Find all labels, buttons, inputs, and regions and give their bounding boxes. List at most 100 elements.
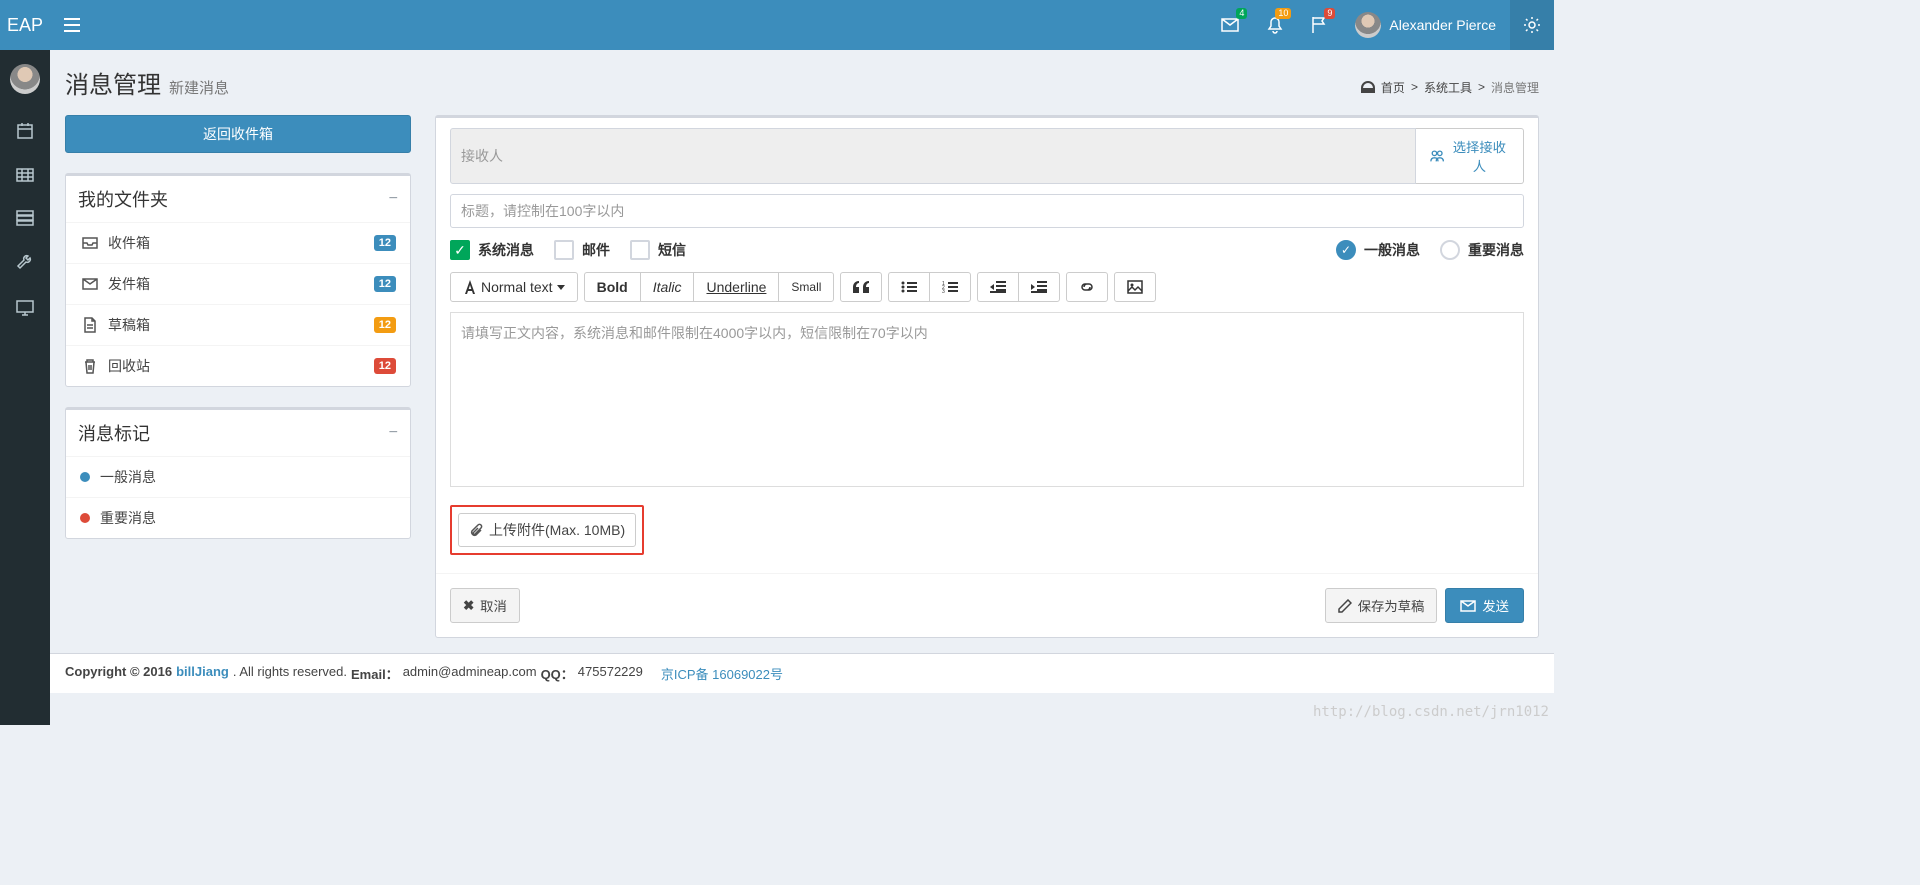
logo[interactable]: EAP bbox=[0, 0, 50, 50]
link-icon bbox=[1079, 280, 1095, 294]
tags-title: 消息标记 bbox=[78, 420, 150, 446]
envelope-icon bbox=[82, 278, 98, 290]
folder-trash[interactable]: 回收站 12 bbox=[66, 345, 410, 386]
type-system-checkbox[interactable]: ✓ 系统消息 bbox=[450, 240, 534, 260]
nav-mail[interactable]: 4 bbox=[1207, 0, 1253, 50]
users-icon bbox=[1430, 149, 1444, 163]
toolbar-indent[interactable] bbox=[1018, 272, 1060, 302]
list-ul-icon bbox=[901, 281, 917, 293]
sidebar-toggle[interactable] bbox=[50, 0, 94, 50]
indent-icon bbox=[1031, 281, 1047, 293]
breadcrumb-home[interactable]: 首页 bbox=[1381, 79, 1405, 96]
recipient-input[interactable] bbox=[450, 128, 1416, 184]
avatar bbox=[1355, 12, 1381, 38]
envelope-icon bbox=[1460, 600, 1476, 612]
toolbar-italic[interactable]: Italic bbox=[640, 272, 694, 302]
radio-icon bbox=[1440, 240, 1460, 260]
server-icon bbox=[16, 210, 34, 226]
folder-drafts[interactable]: 草稿箱 12 bbox=[66, 304, 410, 345]
folder-sent[interactable]: 发件箱 12 bbox=[66, 263, 410, 304]
nav-flags[interactable]: 9 bbox=[1297, 0, 1341, 50]
dot-red-icon bbox=[80, 513, 90, 523]
flag-badge: 9 bbox=[1324, 8, 1335, 19]
svg-text:3: 3 bbox=[942, 289, 945, 293]
radio-checked-icon bbox=[1336, 240, 1356, 260]
nav-wrench[interactable] bbox=[16, 240, 34, 286]
folder-inbox[interactable]: 收件箱 12 bbox=[66, 222, 410, 263]
dashboard-icon bbox=[1361, 81, 1375, 93]
monitor-icon bbox=[16, 300, 34, 316]
mail-badge: 4 bbox=[1236, 8, 1247, 19]
sidebar-avatar[interactable] bbox=[10, 64, 40, 94]
toolbar-ol[interactable]: 123 bbox=[929, 272, 971, 302]
dot-blue-icon bbox=[80, 472, 90, 482]
type-email-checkbox[interactable]: 邮件 bbox=[554, 240, 610, 260]
settings-gear[interactable] bbox=[1510, 0, 1554, 50]
gear-icon bbox=[1523, 16, 1541, 34]
username: Alexander Pierce bbox=[1389, 17, 1496, 33]
back-to-inbox-button[interactable]: 返回收件箱 bbox=[65, 115, 411, 153]
calendar-icon bbox=[16, 122, 34, 140]
toolbar-link[interactable] bbox=[1066, 272, 1108, 302]
folders-box: 我的文件夹 − 收件箱 12 发件箱 bbox=[65, 173, 411, 387]
outdent-icon bbox=[990, 281, 1006, 293]
upload-attachment-button[interactable]: 上传附件(Max. 10MB) bbox=[458, 513, 636, 547]
toolbar-underline[interactable]: Underline bbox=[693, 272, 778, 302]
caret-down-icon bbox=[557, 285, 565, 290]
toolbar-image[interactable] bbox=[1114, 272, 1156, 302]
user-menu[interactable]: Alexander Pierce bbox=[1341, 0, 1510, 50]
save-draft-button[interactable]: 保存为草稿 bbox=[1325, 588, 1438, 623]
attach-highlight: 上传附件(Max. 10MB) bbox=[450, 505, 644, 555]
page-footer: Copyright © 2016 billJiang . All rights … bbox=[50, 653, 1554, 693]
nav-monitor[interactable] bbox=[16, 286, 34, 330]
quote-icon bbox=[853, 281, 869, 293]
pencil-icon bbox=[1338, 599, 1352, 613]
send-button[interactable]: 发送 bbox=[1445, 588, 1524, 623]
bell-badge: 10 bbox=[1275, 8, 1291, 19]
nav-server[interactable] bbox=[16, 196, 34, 240]
page-title: 消息管理 bbox=[65, 65, 161, 100]
list-ol-icon: 123 bbox=[942, 281, 958, 293]
footer-icp-link[interactable]: 京ICP备 16069022号 bbox=[661, 664, 783, 683]
collapse-folders[interactable]: − bbox=[389, 190, 398, 208]
nav-table[interactable] bbox=[16, 154, 34, 196]
tag-normal[interactable]: 一般消息 bbox=[66, 456, 410, 497]
select-recipient-button[interactable]: 选择接收人 bbox=[1416, 128, 1525, 184]
folders-title: 我的文件夹 bbox=[78, 186, 168, 212]
toolbar-outdent[interactable] bbox=[977, 272, 1018, 302]
collapse-tags[interactable]: − bbox=[389, 424, 398, 442]
priority-important-radio[interactable]: 重要消息 bbox=[1440, 240, 1524, 260]
toolbar-ul[interactable] bbox=[888, 272, 929, 302]
type-sms-checkbox[interactable]: 短信 bbox=[630, 240, 686, 260]
cancel-button[interactable]: ✖ 取消 bbox=[450, 588, 520, 623]
bars-icon bbox=[64, 18, 80, 32]
toolbar-normal-text[interactable]: Normal text bbox=[450, 272, 578, 302]
breadcrumb-current: 消息管理 bbox=[1491, 79, 1539, 96]
editor-body[interactable]: 请填写正文内容，系统消息和邮件限制在4000字以内，短信限制在70字以内 bbox=[450, 312, 1524, 487]
watermark: http://blog.csdn.net/jrn1012 bbox=[1313, 704, 1549, 720]
mini-sidebar bbox=[0, 50, 50, 725]
toolbar-bold[interactable]: Bold bbox=[584, 272, 640, 302]
check-icon: ✓ bbox=[450, 240, 470, 260]
font-icon bbox=[463, 280, 477, 294]
editor-toolbar: Normal text Bold Italic Underline Small bbox=[436, 272, 1538, 302]
tags-box: 消息标记 − 一般消息 重要消息 bbox=[65, 407, 411, 539]
breadcrumb: 首页 > 系统工具 > 消息管理 bbox=[1361, 79, 1539, 96]
inbox-icon bbox=[82, 237, 98, 249]
top-header: EAP 4 10 9 Alexander Pierce bbox=[0, 0, 1554, 50]
nav-notifications[interactable]: 10 bbox=[1253, 0, 1297, 50]
footer-author-link[interactable]: billJiang bbox=[176, 664, 229, 683]
table-icon bbox=[16, 168, 34, 182]
trash-icon bbox=[83, 358, 97, 374]
title-input[interactable] bbox=[450, 194, 1524, 228]
toolbar-quote[interactable] bbox=[840, 272, 882, 302]
compose-box: 选择接收人 ✓ 系统消息 bbox=[435, 115, 1539, 638]
wrench-icon bbox=[16, 254, 34, 272]
image-icon bbox=[1127, 280, 1143, 294]
toolbar-small[interactable]: Small bbox=[778, 272, 834, 302]
file-icon bbox=[83, 317, 97, 333]
nav-calendar[interactable] bbox=[16, 108, 34, 154]
breadcrumb-tools[interactable]: 系统工具 bbox=[1424, 79, 1472, 96]
priority-normal-radio[interactable]: 一般消息 bbox=[1336, 240, 1420, 260]
tag-important[interactable]: 重要消息 bbox=[66, 497, 410, 538]
